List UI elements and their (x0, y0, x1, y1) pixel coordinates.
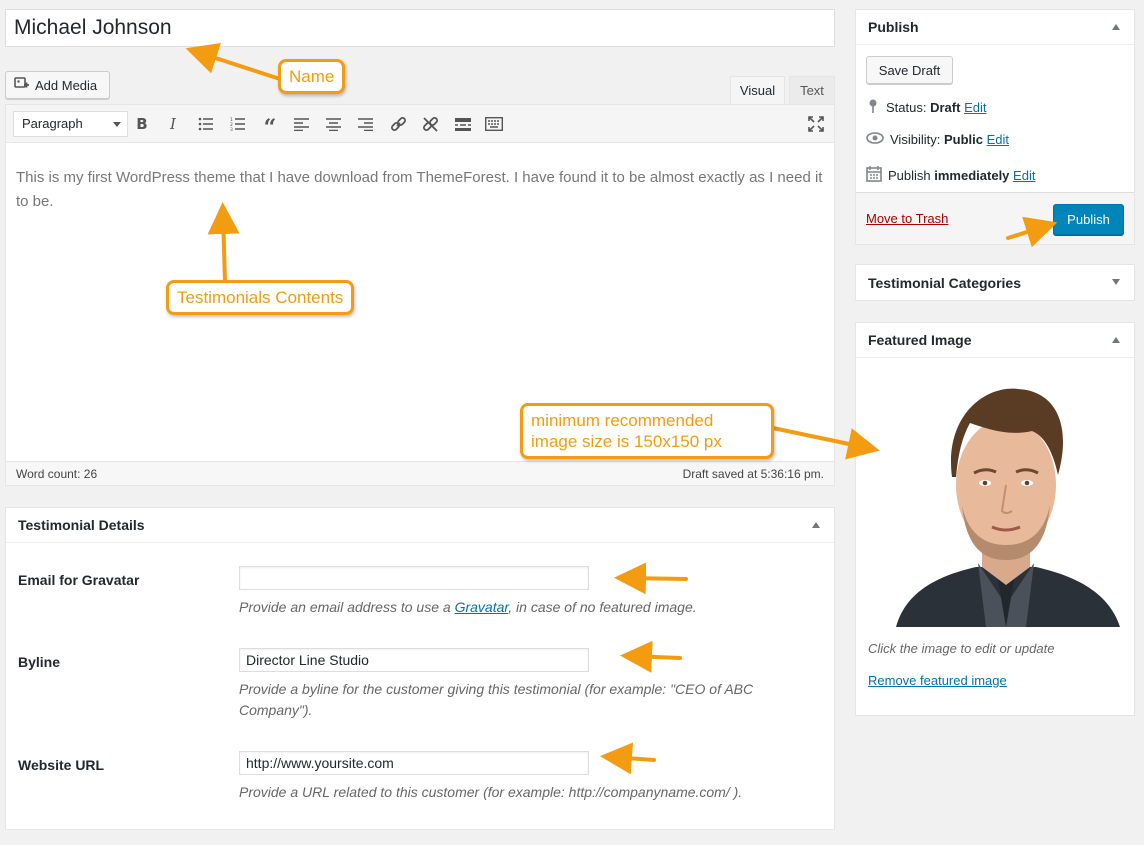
post-title-input[interactable]: Michael Johnson (5, 9, 835, 47)
gravatar-link[interactable]: Gravatar (455, 599, 509, 615)
box-title: Testimonial Details (18, 517, 145, 533)
featured-image-photo[interactable] (886, 375, 1124, 627)
annotation-image-size: minimum recommended image size is 150x15… (520, 403, 774, 459)
format-select-value: Paragraph (22, 116, 83, 131)
box-title: Publish (868, 19, 919, 35)
publish-box: Publish Save Draft Status: Draft Edit Vi… (855, 9, 1135, 245)
italic-icon[interactable]: I (163, 114, 183, 134)
annotation-name: Name (278, 59, 346, 94)
tab-text[interactable]: Text (789, 76, 835, 104)
toolbar-toggle-icon[interactable] (484, 114, 504, 134)
remove-featured-image-link[interactable]: Remove featured image (868, 673, 1007, 688)
read-more-icon[interactable] (453, 114, 473, 134)
format-select[interactable]: Paragraph (13, 111, 128, 137)
byline-field[interactable]: Director Line Studio (239, 648, 589, 672)
move-to-trash-link[interactable]: Move to Trash (866, 211, 948, 226)
align-center-icon[interactable] (323, 114, 343, 134)
website-url-description: Provide a URL related to this customer (… (239, 784, 743, 800)
save-draft-button[interactable]: Save Draft (866, 56, 953, 84)
testimonial-categories-box: Testimonial Categories (855, 264, 1135, 301)
chevron-down-icon (113, 122, 121, 127)
byline-description: Provide a byline for the customer giving… (239, 681, 754, 718)
website-url-field[interactable]: http://www.yoursite.com (239, 751, 589, 775)
bold-icon[interactable]: B (132, 114, 152, 134)
featured-image-box: Featured Image Click the image to edit o… (855, 322, 1135, 716)
schedule-row: Publish immediately Edit (866, 166, 1035, 185)
unlink-icon[interactable] (420, 114, 440, 134)
email-label: Email for Gravatar (18, 572, 140, 588)
byline-label: Byline (18, 654, 61, 670)
schedule-value: immediately (934, 168, 1010, 183)
editor-toolbar: Paragraph B I 123 “ (6, 105, 834, 143)
blockquote-icon[interactable]: “ (260, 114, 280, 141)
link-icon[interactable] (388, 114, 408, 134)
editor-content[interactable]: This is my first WordPress theme that I … (16, 166, 828, 214)
visibility-row: Visibility: Public Edit (866, 132, 1009, 147)
publish-button[interactable]: Publish (1053, 204, 1124, 235)
edit-schedule-link[interactable]: Edit (1013, 168, 1035, 183)
publish-actions: Move to Trash Publish (856, 192, 1134, 244)
box-title: Featured Image (868, 332, 972, 348)
collapse-icon[interactable] (812, 522, 820, 528)
status-row: Status: Draft Edit (866, 98, 986, 117)
testimonial-categories-header[interactable]: Testimonial Categories (856, 265, 1134, 300)
testimonial-details-header[interactable]: Testimonial Details (6, 508, 834, 543)
calendar-icon (866, 166, 882, 185)
fullscreen-icon[interactable] (806, 114, 826, 134)
edit-visibility-link[interactable]: Edit (987, 132, 1009, 147)
expand-icon[interactable] (1112, 279, 1120, 285)
align-right-icon[interactable] (355, 114, 375, 134)
draft-saved-status: Draft saved at 5:36:16 pm. (682, 466, 824, 481)
website-url-label: Website URL (18, 757, 105, 773)
status-value: Draft (930, 100, 961, 115)
collapse-icon[interactable] (1112, 24, 1120, 30)
tab-visual[interactable]: Visual (730, 76, 785, 104)
box-title: Testimonial Categories (868, 274, 1022, 291)
featured-image-hint: Click the image to edit or update (868, 641, 1055, 656)
align-left-icon[interactable] (291, 114, 311, 134)
word-count: Word count: 26 (16, 466, 98, 481)
add-media-label: Add Media (35, 77, 98, 93)
collapse-icon[interactable] (1112, 337, 1120, 343)
publish-header[interactable]: Publish (856, 10, 1134, 45)
editor-status-bar: Word count: 26 Draft saved at 5:36:16 pm… (6, 461, 834, 485)
email-field[interactable] (239, 566, 589, 590)
email-description: Provide an email address to use a Gravat… (239, 599, 697, 615)
pin-icon (866, 98, 880, 117)
visibility-value: Public (943, 132, 983, 147)
bulleted-list-icon[interactable] (196, 114, 216, 134)
testimonial-details-box: Testimonial Details Email for Gravatar P… (5, 507, 835, 830)
numbered-list-icon[interactable]: 123 (228, 114, 248, 134)
add-media-button[interactable]: Add Media (5, 71, 110, 99)
featured-image-header[interactable]: Featured Image (856, 323, 1134, 358)
annotation-arrow-name (185, 42, 282, 81)
eye-icon (866, 132, 884, 147)
add-media-icon (14, 76, 30, 95)
svg-text:3: 3 (230, 127, 233, 131)
edit-status-link[interactable]: Edit (964, 100, 986, 115)
annotation-contents: Testimonials Contents (166, 280, 355, 315)
